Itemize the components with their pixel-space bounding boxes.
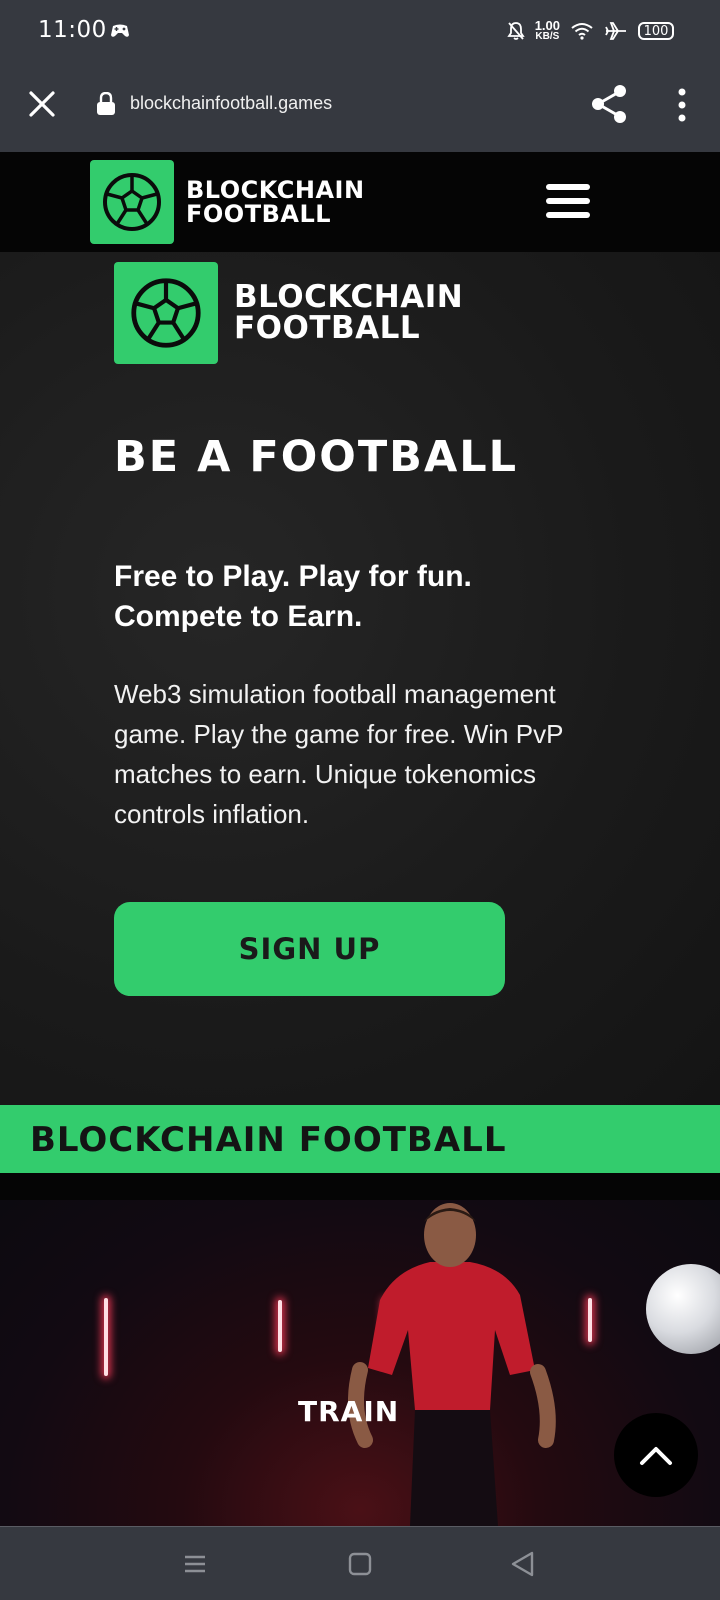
football-ball xyxy=(646,1264,720,1354)
wifi-icon xyxy=(571,23,593,40)
player-figure xyxy=(348,1203,556,1526)
home-icon[interactable] xyxy=(345,1549,375,1579)
network-speed: 1.00 KB/S xyxy=(534,18,560,42)
hero-tagline: Free to Play. Play for fun. Compete to E… xyxy=(114,557,614,637)
marquee-banner: BLOCKCHAIN FOOTBALL xyxy=(0,1105,720,1173)
hero-logo-badge xyxy=(114,262,218,364)
chevron-up-icon xyxy=(640,1447,672,1465)
lock-icon xyxy=(97,92,115,115)
header-logo-line1: BLOCKCHAIN xyxy=(186,176,365,204)
hamburger-line xyxy=(546,184,590,190)
system-navigation-bar xyxy=(0,1526,720,1600)
scroll-to-top-button[interactable] xyxy=(614,1413,698,1497)
hero-logo-line1: BLOCKCHAIN xyxy=(234,279,464,315)
video-section: TRAIN xyxy=(0,1173,720,1526)
recent-apps-icon[interactable] xyxy=(180,1549,210,1579)
header-logo[interactable]: BLOCKCHAIN FOOTBALL xyxy=(90,160,365,244)
hero-tagline-line2: Compete to Earn. xyxy=(114,600,363,633)
hamburger-line xyxy=(546,198,590,204)
marquee-text: BLOCKCHAIN FOOTBALL xyxy=(30,1120,507,1160)
site-header: BLOCKCHAIN FOOTBALL xyxy=(0,152,720,252)
neon-light xyxy=(278,1300,282,1352)
neon-light xyxy=(104,1298,108,1376)
browser-toolbar: blockchainfootball.games xyxy=(0,62,720,152)
hero-logo: BLOCKCHAIN FOOTBALL xyxy=(114,262,463,364)
hero-logo-line2: FOOTBALL xyxy=(234,310,421,346)
hero-section: BLOCKCHAIN FOOTBALL BE A FOOTBALL Free t… xyxy=(0,252,720,1105)
hero-tagline-line1: Free to Play. Play for fun. xyxy=(114,560,472,593)
airplane-mode-icon xyxy=(605,22,626,40)
hero-heading: BE A FOOTBALL xyxy=(114,432,519,482)
hero-description: Web3 simulation football management game… xyxy=(114,679,563,829)
hero-logo-text: BLOCKCHAIN FOOTBALL xyxy=(234,282,463,344)
status-icons: 1.00 KB/S 100 xyxy=(507,18,674,44)
close-icon[interactable] xyxy=(26,88,58,120)
hamburger-menu-icon[interactable] xyxy=(546,184,590,218)
hamburger-line xyxy=(546,212,590,218)
sign-up-button[interactable]: SIGN UP xyxy=(114,902,505,996)
battery-indicator: 100 xyxy=(638,22,674,40)
header-logo-line2: FOOTBALL xyxy=(186,200,332,228)
share-icon[interactable] xyxy=(590,84,628,124)
soccer-ball-icon xyxy=(103,173,161,231)
back-icon[interactable] xyxy=(508,1549,538,1579)
logo-badge xyxy=(90,160,174,244)
header-logo-text: BLOCKCHAIN FOOTBALL xyxy=(186,178,365,226)
network-speed-value: 1.00 xyxy=(534,18,560,33)
game-controller-icon xyxy=(111,24,129,37)
status-time: 11:00 xyxy=(38,17,107,43)
address-bar-url[interactable]: blockchainfootball.games xyxy=(130,93,332,114)
training-video[interactable]: TRAIN xyxy=(0,1200,720,1526)
soccer-ball-icon xyxy=(131,278,201,348)
status-bar: 11:00 1.00 KB/S 100 xyxy=(0,0,720,62)
more-options-icon[interactable] xyxy=(668,86,696,124)
video-label: TRAIN xyxy=(298,1395,400,1428)
network-speed-unit: KB/S xyxy=(535,31,560,42)
mute-bell-icon xyxy=(507,22,525,40)
